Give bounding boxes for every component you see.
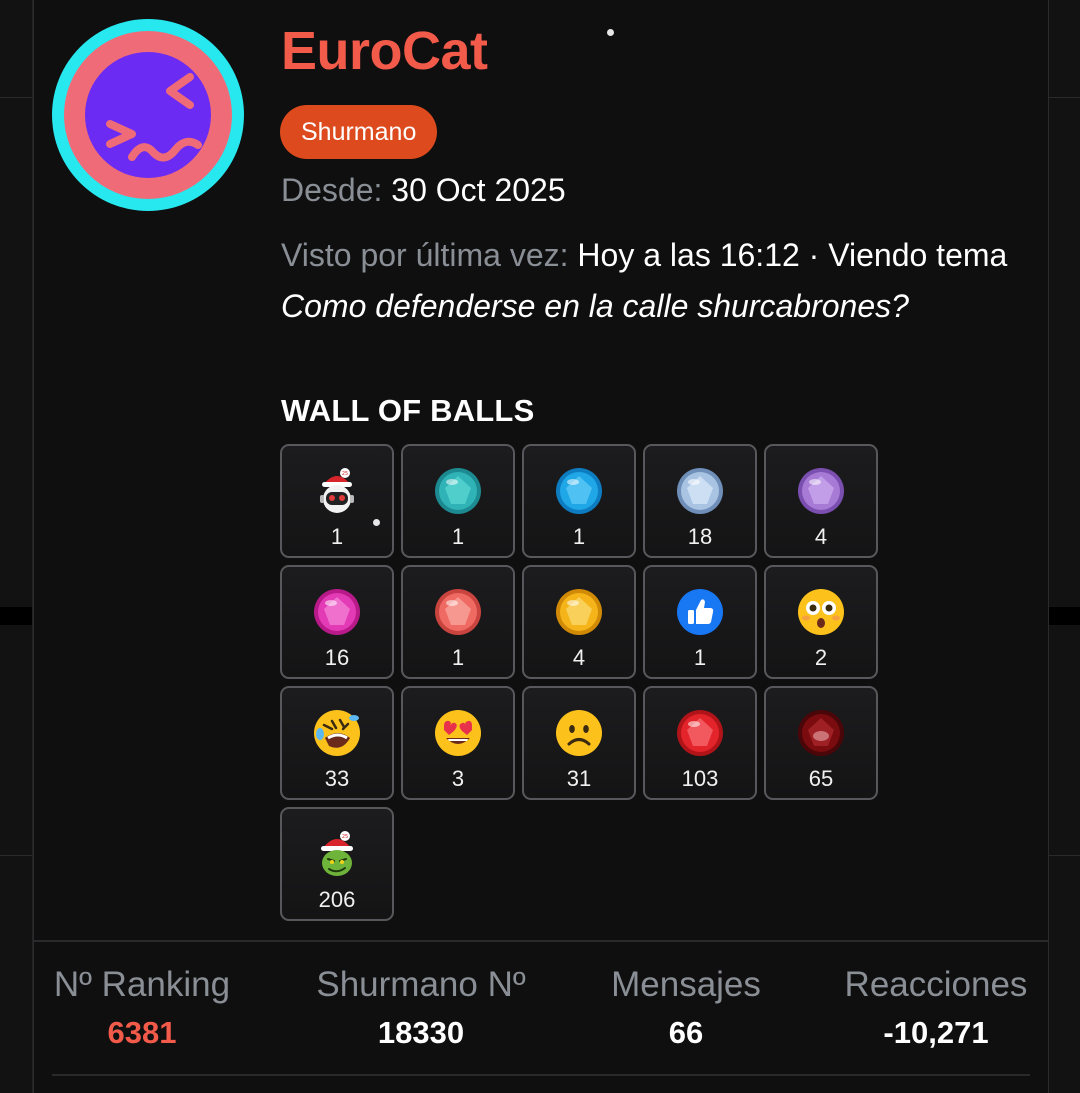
wall-item[interactable]: 103 [643,686,757,800]
wall-item[interactable]: 1 [401,444,515,558]
wall-item[interactable]: 25 206 [280,807,394,921]
teal-gem-icon [435,468,481,514]
blue-gem-icon [556,468,602,514]
stat-value: 66 [668,1015,704,1050]
wall-item[interactable]: 33 [280,686,394,800]
avatar[interactable] [52,19,244,211]
wall-item-count: 33 [324,766,350,791]
left-band [0,607,32,625]
wall-item-count: 1 [451,645,465,670]
flushed-face-icon [798,589,844,635]
since-value: 30 Oct 2025 [391,172,566,208]
frowning-face-icon [556,710,602,756]
wall-item-count: 4 [572,645,586,670]
right-background-panel [1047,0,1080,1093]
role-badge: Shurmano [280,105,438,159]
last-seen-thread-link[interactable]: Como defenderse en la calle shurcabrones… [281,288,909,324]
gold-gem-icon [556,589,602,635]
avatar-face-icon [106,73,202,162]
member-since: Desde: 30 Oct 2025 [281,172,566,209]
username[interactable]: EuroCat [281,20,488,82]
since-label: Desde: [281,172,383,208]
silver-gem-icon [677,468,723,514]
profile-card: EuroCat Shurmano Desde: 30 Oct 2025 Vist… [33,0,1049,1093]
decorative-dot [373,519,380,526]
wall-item[interactable]: 1 [522,444,636,558]
right-band [1048,607,1080,625]
wall-item-count: 1 [693,645,707,670]
wall-item[interactable]: 1 [401,565,515,679]
wall-item[interactable]: 4 [522,565,636,679]
wall-item-count: 3 [451,766,465,791]
left-divider-2 [0,855,32,856]
santa-robot-icon: 25 [320,468,354,513]
wall-item-count: 1 [330,524,344,549]
pink-gem-icon [314,589,360,635]
wall-item-count: 16 [324,645,350,670]
dark-red-gem-icon [798,710,844,756]
stat-label: Mensajes [611,965,761,1004]
right-divider [1048,97,1080,98]
red-gem-icon [677,710,723,756]
stat-label: Reacciones [844,965,1028,1004]
decorative-dot [607,29,614,36]
purple-gem-icon [798,468,844,514]
stat-member-number: Shurmano Nº 18330 [316,965,525,1051]
heart-eyes-face-icon [435,710,481,756]
stat-ranking: Nº Ranking 6381 [54,965,230,1051]
wall-item-count: 65 [808,766,834,791]
stat-value: 6381 [107,1015,177,1050]
stats-divider [34,940,1048,942]
stat-messages: Mensajes 66 [611,965,761,1051]
stat-reactions: Reacciones -10,271 [845,965,1028,1051]
rolling-laughing-face-icon [314,710,360,756]
bottom-divider [52,1074,1030,1076]
wall-grid: 25 1 1 1 18 4 16 1 4 1 2 33 3 31 103 65 … [280,444,890,921]
svg-text:25: 25 [342,471,348,477]
left-background-panel [0,0,33,1093]
wall-item-count: 2 [814,645,828,670]
stats-row: Nº Ranking 6381 Shurmano Nº 18330 Mensaj… [34,965,1048,1055]
last-seen-value: Hoy a las 16:12 · Viendo tema [577,237,1008,273]
wall-item[interactable]: 31 [522,686,636,800]
santa-grinch-icon: 25 [321,831,353,876]
wall-item[interactable]: 16 [280,565,394,679]
right-divider-2 [1048,855,1080,856]
wall-item[interactable]: 1 [643,565,757,679]
left-divider [0,97,32,98]
wall-item-count: 4 [814,524,828,549]
stat-label: Shurmano Nº [316,965,526,1004]
stat-value: 18330 [377,1015,465,1050]
salmon-gem-icon [435,589,481,635]
wall-item-count: 1 [572,524,586,549]
wall-item-count: 103 [681,766,719,791]
wall-item[interactable]: 2 [764,565,878,679]
wall-item[interactable]: 65 [764,686,878,800]
wall-title: WALL OF BALLS [281,393,535,428]
stat-value: -10,271 [883,1015,989,1050]
wall-item-count: 18 [687,524,713,549]
last-seen: Visto por última vez: Hoy a las 16:12 · … [281,230,1021,332]
wall-item-count: 1 [451,524,465,549]
wall-item-count: 31 [566,766,592,791]
wall-item[interactable]: 4 [764,444,878,558]
svg-text:25: 25 [342,834,348,840]
thumbs-up-icon [677,589,723,635]
wall-item[interactable]: 25 1 [280,444,394,558]
wall-item[interactable]: 3 [401,686,515,800]
wall-item-count: 206 [318,887,356,912]
last-seen-label: Visto por última vez: [281,237,569,273]
wall-item[interactable]: 18 [643,444,757,558]
stat-label: Nº Ranking [53,965,231,1004]
